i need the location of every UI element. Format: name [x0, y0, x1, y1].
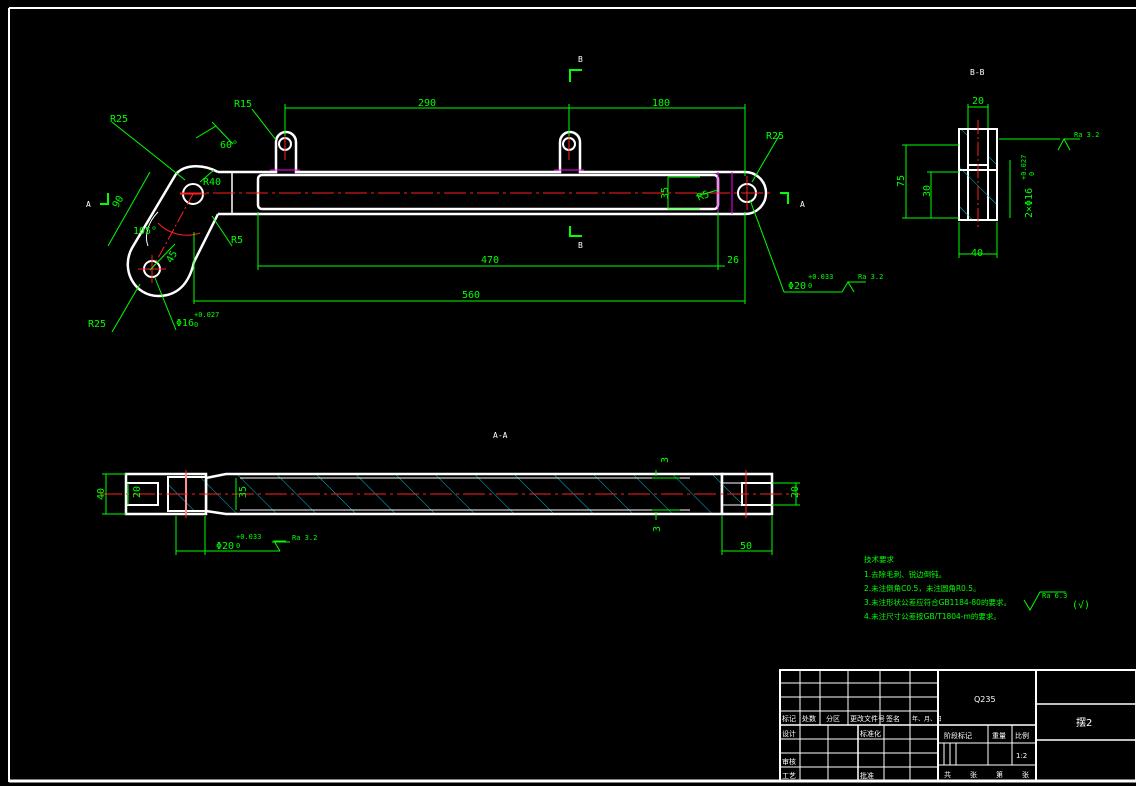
section-mark-a-left: A [86, 200, 91, 209]
row-label-count: 处数 [802, 714, 816, 723]
bb-dia16x2: 2×Φ16 [1024, 188, 1035, 218]
tech-note-2: 2.未注倒角C0.5，未注圆角R0.5。 [864, 583, 980, 593]
stage-mark-label: 阶段标记 [944, 731, 972, 740]
dim-35: 35 [660, 187, 671, 199]
dim-26: 26 [727, 255, 739, 266]
cad-drawing: 290 180 R15 R25 60° R40 90 105° 45 R5 R2… [8, 7, 1136, 783]
sheet-total-suffix: 张 [970, 770, 977, 779]
process-label: 工艺 [782, 772, 796, 780]
bb-dim-40: 40 [971, 248, 983, 259]
general-roughness: Ra 6.3 [1042, 592, 1067, 600]
dia16-upper-tol: +0.027 [194, 311, 219, 319]
material: Q235 [974, 695, 996, 704]
row-label-mark: 标记 [782, 714, 796, 723]
aa-dia20: Φ20 [216, 541, 234, 552]
aa-dim-3-bottom: 3 [652, 526, 663, 532]
standardization-label: 标准化 [860, 729, 881, 738]
tech-note-3: 3.未注形状公差应符合GB1184-80的要求。 [864, 597, 1011, 607]
dim-r25-bottom: R25 [88, 319, 106, 330]
front-view [126, 128, 770, 298]
aa-roughness: Ra 3.2 [292, 534, 317, 542]
dim-180: 180 [652, 98, 670, 109]
technical-requirements: 技术要求 1.去除毛刺、锐边倒钝。 2.未注倒角C0.5，未注圆角R0.5。 3… [864, 554, 1090, 621]
part-name: 摆2 [1076, 716, 1092, 729]
row-label-sign: 签名 [886, 714, 900, 723]
approval-label: 批准 [860, 771, 874, 780]
aa-dim-3-top: 3 [660, 457, 671, 463]
dim-105deg: 105° [133, 226, 157, 237]
bb-dia16-tol: +0.027 [1020, 155, 1028, 180]
roughness-bracket: (√) [1072, 599, 1090, 611]
scale-value: 1:2 [1016, 752, 1027, 760]
bb-dim-75: 75 [896, 175, 907, 187]
section-mark-b-top: B [578, 55, 583, 64]
dim-45: 45 [165, 249, 181, 265]
tech-note-1: 1.去除毛刺、锐边倒钝。 [864, 569, 946, 579]
dim-90: 90 [111, 194, 127, 210]
drawing-border [8, 7, 1136, 783]
dia16-lower-tol: 0 [194, 321, 198, 329]
bb-dim-20: 20 [972, 96, 984, 107]
dim-r25-right: R25 [766, 131, 784, 142]
row-label-date: 年、月、日 [912, 715, 942, 723]
weight-label: 重量 [992, 732, 1006, 740]
tech-notes-title: 技术要求 [864, 554, 894, 564]
bb-roughness: Ra 3.2 [1074, 131, 1099, 139]
dim-r15: R15 [234, 99, 252, 110]
dia20-label: Φ20 [788, 281, 806, 292]
aa-dim-20-right: 20 [790, 486, 801, 498]
section-aa [100, 470, 800, 518]
tech-note-4: 4.未注尺寸公差按GB/T1804-m的要求。 [864, 611, 1001, 621]
section-bb-title: B-B [970, 68, 985, 77]
dim-r40: R40 [203, 177, 221, 188]
bb-dim-30: 30 [922, 185, 933, 197]
aa-dim-50: 50 [740, 541, 752, 552]
scale-label: 比例 [1015, 731, 1029, 740]
dim-r25-top-left: R25 [110, 114, 128, 125]
dim-r5-right: R5 [696, 189, 711, 203]
dim-r5-left: R5 [231, 235, 243, 246]
aa-dia20-tol-low: 0 [236, 542, 240, 550]
section-bb [958, 120, 998, 230]
row-label-change-doc: 更改文件号 [850, 714, 885, 723]
dia16-label: Φ16 [176, 318, 194, 329]
aa-dim-40: 40 [96, 488, 107, 500]
dim-60deg: 60° [220, 140, 238, 151]
section-mark-b-bottom: B [578, 241, 583, 250]
section-mark-a-right: A [800, 200, 805, 209]
dia20-lower-tol: 0 [808, 282, 812, 290]
dia20-upper-tol: +0.033 [808, 273, 833, 281]
roughness-front: Ra 3.2 [858, 273, 883, 281]
dim-470: 470 [481, 255, 499, 266]
sheet-number-prefix: 第 [996, 770, 1003, 779]
aa-dia20-tol: +0.033 [236, 533, 261, 541]
row-label-zone: 分区 [826, 714, 840, 723]
designer-label: 设计 [782, 729, 796, 738]
sheet-number-suffix: 张 [1022, 770, 1029, 779]
aa-dim-20-left: 20 [132, 486, 143, 498]
dim-560: 560 [462, 290, 480, 301]
dim-290: 290 [418, 98, 436, 109]
sheet-total-prefix: 共 [944, 770, 951, 779]
aa-dim-35: 35 [238, 486, 249, 498]
section-aa-title: A-A [493, 431, 508, 440]
reviewer-label: 审核 [782, 757, 796, 766]
bb-dia16-tol-low: 0 [1028, 172, 1036, 176]
